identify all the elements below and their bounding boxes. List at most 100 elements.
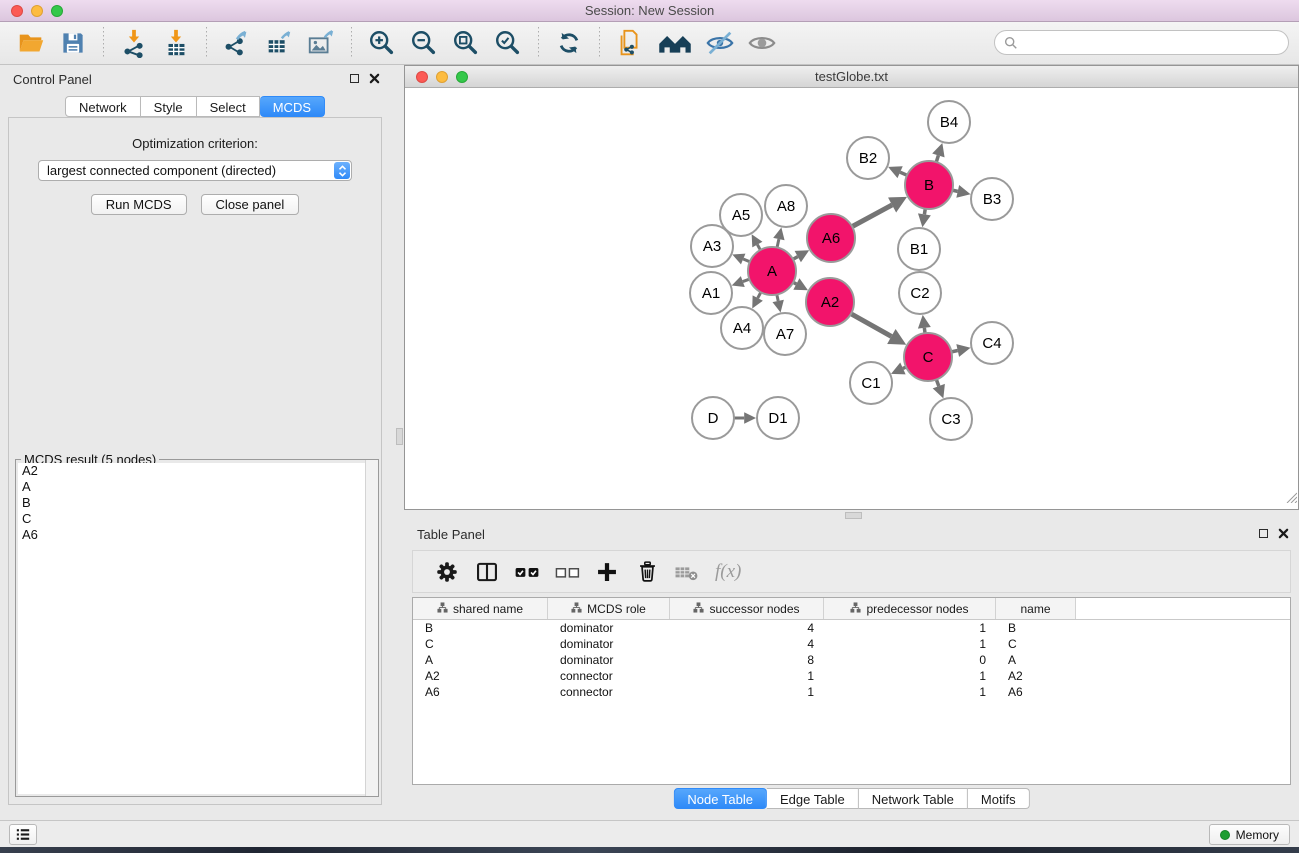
- tab-network-table[interactable]: Network Table: [859, 788, 968, 809]
- tab-motifs[interactable]: Motifs: [968, 788, 1030, 809]
- list-item[interactable]: B: [18, 495, 376, 511]
- column-header-shared-name[interactable]: shared name: [413, 598, 548, 619]
- cell-MCDS-role[interactable]: dominator: [548, 637, 670, 651]
- float-table-panel-icon[interactable]: [1259, 529, 1268, 538]
- tab-mcds[interactable]: MCDS: [260, 96, 325, 117]
- close-panel-button[interactable]: Close panel: [201, 194, 300, 215]
- cell-predecessor-nodes[interactable]: 1: [824, 685, 996, 699]
- table-settings-gear-icon[interactable]: [430, 556, 464, 588]
- cell-name[interactable]: A: [996, 653, 1076, 667]
- network-canvas[interactable]: AA1A2A3A4A5A6A7A8BB1B2B3B4CC1C2C3C4DD1: [405, 88, 1298, 509]
- hide-selected-eye-icon[interactable]: [704, 27, 736, 59]
- column-header-successor-nodes[interactable]: successor nodes: [670, 598, 824, 619]
- cell-predecessor-nodes[interactable]: 1: [824, 637, 996, 651]
- tab-style[interactable]: Style: [141, 96, 197, 117]
- save-icon[interactable]: [57, 27, 89, 59]
- tab-node-table[interactable]: Node Table: [673, 788, 767, 809]
- splitter-handle-horizontal[interactable]: [845, 512, 862, 519]
- control-panel-tabs: NetworkStyleSelectMCDS: [65, 96, 325, 117]
- memory-button[interactable]: Memory: [1209, 824, 1290, 845]
- cell-successor-nodes[interactable]: 1: [670, 685, 824, 699]
- zoom-fit-icon[interactable]: [450, 27, 482, 59]
- cell-successor-nodes[interactable]: 4: [670, 637, 824, 651]
- export-image-icon[interactable]: [305, 27, 337, 59]
- main-titlebar: Session: New Session: [0, 0, 1299, 22]
- task-history-button[interactable]: [9, 824, 37, 845]
- cell-shared-name[interactable]: A: [413, 653, 548, 667]
- list-item[interactable]: C: [18, 511, 376, 527]
- column-header-predecessor-nodes[interactable]: predecessor nodes: [824, 598, 996, 619]
- cell-successor-nodes[interactable]: 1: [670, 669, 824, 683]
- home-icon[interactable]: [656, 27, 694, 59]
- refresh-icon[interactable]: [553, 27, 585, 59]
- cell-shared-name[interactable]: B: [413, 621, 548, 635]
- cell-MCDS-role[interactable]: dominator: [548, 653, 670, 667]
- column-visibility-icon[interactable]: [470, 556, 504, 588]
- table-row[interactable]: Bdominator41B: [413, 620, 1290, 636]
- search-input[interactable]: [1024, 35, 1279, 50]
- zoom-selected-icon[interactable]: [492, 27, 524, 59]
- cell-predecessor-nodes[interactable]: 0: [824, 653, 996, 667]
- search-field[interactable]: [994, 30, 1289, 55]
- cell-name[interactable]: A2: [996, 669, 1076, 683]
- edge-arrowhead: [932, 143, 944, 157]
- cell-predecessor-nodes[interactable]: 1: [824, 669, 996, 683]
- window-resize-grip[interactable]: [1284, 490, 1297, 508]
- minimize-window-button[interactable]: [31, 5, 43, 17]
- cell-MCDS-role[interactable]: dominator: [548, 621, 670, 635]
- zoom-window-button[interactable]: [51, 5, 63, 17]
- cell-name[interactable]: B: [996, 621, 1076, 635]
- cell-predecessor-nodes[interactable]: 1: [824, 621, 996, 635]
- cell-shared-name[interactable]: A2: [413, 669, 548, 683]
- zoom-in-icon[interactable]: [366, 27, 398, 59]
- zoom-network-button[interactable]: [456, 71, 468, 83]
- table-row[interactable]: Adominator80A: [413, 652, 1290, 668]
- cell-successor-nodes[interactable]: 8: [670, 653, 824, 667]
- table-row[interactable]: A2connector11A2: [413, 668, 1290, 684]
- export-network-icon[interactable]: [221, 27, 253, 59]
- run-mcds-button[interactable]: Run MCDS: [91, 194, 187, 215]
- list-item[interactable]: A6: [18, 527, 376, 543]
- optimization-criterion-select[interactable]: largest connected component (directed): [38, 160, 352, 181]
- close-network-button[interactable]: [416, 71, 428, 83]
- tab-select[interactable]: Select: [197, 96, 260, 117]
- deselect-all-columns-icon[interactable]: [550, 556, 584, 588]
- tab-edge-table[interactable]: Edge Table: [767, 788, 859, 809]
- float-panel-icon[interactable]: [350, 74, 359, 83]
- column-header-name[interactable]: name: [996, 598, 1076, 619]
- control-panel-title: Control Panel: [13, 72, 92, 87]
- new-network-from-file-icon[interactable]: [614, 27, 646, 59]
- select-all-columns-icon[interactable]: [510, 556, 544, 588]
- network-window-titlebar[interactable]: testGlobe.txt: [405, 66, 1298, 88]
- tab-network[interactable]: Network: [65, 96, 141, 117]
- import-network-icon[interactable]: [118, 27, 150, 59]
- import-table-icon[interactable]: [160, 27, 192, 59]
- cell-shared-name[interactable]: C: [413, 637, 548, 651]
- close-window-button[interactable]: [11, 5, 23, 17]
- list-item[interactable]: A: [18, 479, 376, 495]
- add-column-icon[interactable]: [590, 556, 624, 588]
- cell-successor-nodes[interactable]: 4: [670, 621, 824, 635]
- show-all-eye-icon[interactable]: [746, 27, 778, 59]
- cell-name[interactable]: C: [996, 637, 1076, 651]
- list-item[interactable]: A2: [18, 463, 376, 479]
- table-row[interactable]: A6connector11A6: [413, 684, 1290, 700]
- node-label-D: D: [708, 410, 719, 427]
- result-scrollbar[interactable]: [365, 460, 378, 796]
- network-graph: AA1A2A3A4A5A6A7A8BB1B2B3B4CC1C2C3C4DD1: [405, 88, 1298, 509]
- export-table-icon[interactable]: [263, 27, 295, 59]
- cell-name[interactable]: A6: [996, 685, 1076, 699]
- close-panel-icon[interactable]: [369, 73, 380, 84]
- splitter-handle-vertical[interactable]: [396, 428, 403, 445]
- cell-shared-name[interactable]: A6: [413, 685, 548, 699]
- column-header-MCDS-role[interactable]: MCDS role: [548, 598, 670, 619]
- node-label-A5: A5: [732, 207, 750, 224]
- cell-MCDS-role[interactable]: connector: [548, 669, 670, 683]
- close-table-panel-icon[interactable]: [1278, 528, 1289, 539]
- open-folder-icon[interactable]: [15, 27, 47, 59]
- table-row[interactable]: Cdominator41C: [413, 636, 1290, 652]
- delete-column-trash-icon[interactable]: [630, 556, 664, 588]
- zoom-out-icon[interactable]: [408, 27, 440, 59]
- cell-MCDS-role[interactable]: connector: [548, 685, 670, 699]
- minimize-network-button[interactable]: [436, 71, 448, 83]
